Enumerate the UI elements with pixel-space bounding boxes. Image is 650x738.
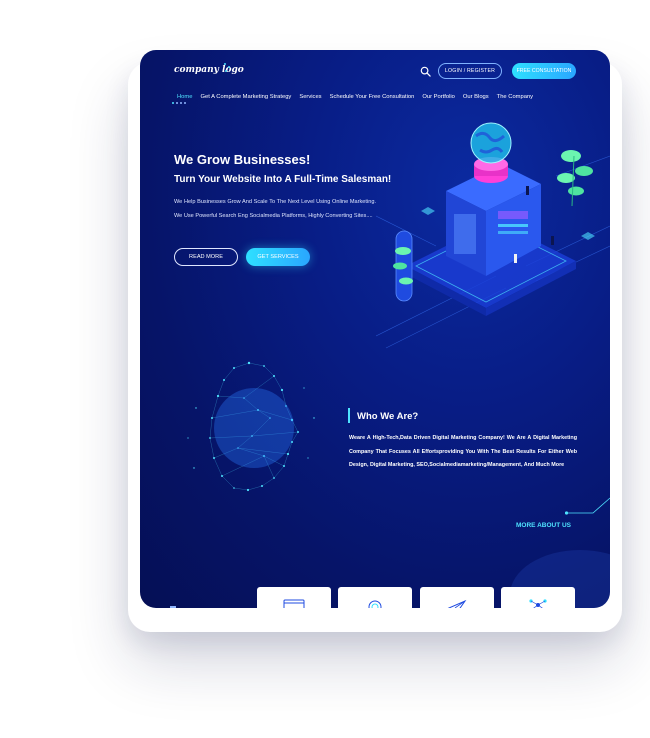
nav-item-blogs[interactable]: Our Blogs <box>463 94 489 100</box>
nav-item-company[interactable]: The Company <box>497 94 533 100</box>
logo-dots-icon <box>222 62 234 74</box>
website-mockup: company logo LOGIN / REGISTER FREE CONSU… <box>140 50 610 608</box>
isometric-tech-illustration <box>376 122 610 349</box>
nav-item-schedule-consultation[interactable]: Schedule Your Free Consultation <box>330 94 415 100</box>
hero-title: We Grow Businesses! <box>174 152 311 167</box>
about-title: Who We Are? <box>357 411 419 422</box>
network-icon <box>529 599 547 608</box>
hero-subtitle: Turn Your Website Into A Full-Time Sales… <box>174 174 392 185</box>
free-consultation-button[interactable]: FREE CONSULTATION <box>512 63 576 79</box>
more-about-connector-line <box>565 497 610 515</box>
get-services-button[interactable]: GET SERVICES <box>246 248 310 266</box>
more-about-us-link[interactable]: MORE ABOUT US <box>516 522 571 529</box>
about-description: Weare A High-Tech,Data Driven Digital Ma… <box>349 435 577 469</box>
nav-item-services[interactable]: Services <box>299 94 321 100</box>
seo-target-icon <box>368 600 382 608</box>
nav-item-home[interactable]: Home <box>177 94 192 100</box>
service-card-web-design[interactable] <box>257 587 331 608</box>
nav-item-marketing-strategy[interactable]: Get A Complete Marketing Strategy <box>200 94 291 100</box>
section-accent-bar <box>348 408 350 423</box>
slider-arrow[interactable] <box>170 606 176 608</box>
paper-plane-icon <box>447 599 467 608</box>
login-register-button[interactable]: LOGIN / REGISTER <box>438 63 502 79</box>
service-card-seo[interactable] <box>338 587 412 608</box>
service-card-social[interactable] <box>501 587 575 608</box>
search-icon[interactable] <box>420 66 431 77</box>
hero-description: We Help Businesses Grow And Scale To The… <box>174 199 376 219</box>
nav-item-portfolio[interactable]: Our Portfolio <box>422 94 455 100</box>
main-nav: Home Get A Complete Marketing Strategy S… <box>177 94 533 100</box>
ai-face-particles-illustration <box>187 361 315 492</box>
service-card-marketing[interactable] <box>420 587 494 608</box>
browser-icon <box>283 599 305 608</box>
nav-indicator-dots <box>172 102 186 104</box>
read-more-button[interactable]: READ MORE <box>174 248 238 266</box>
